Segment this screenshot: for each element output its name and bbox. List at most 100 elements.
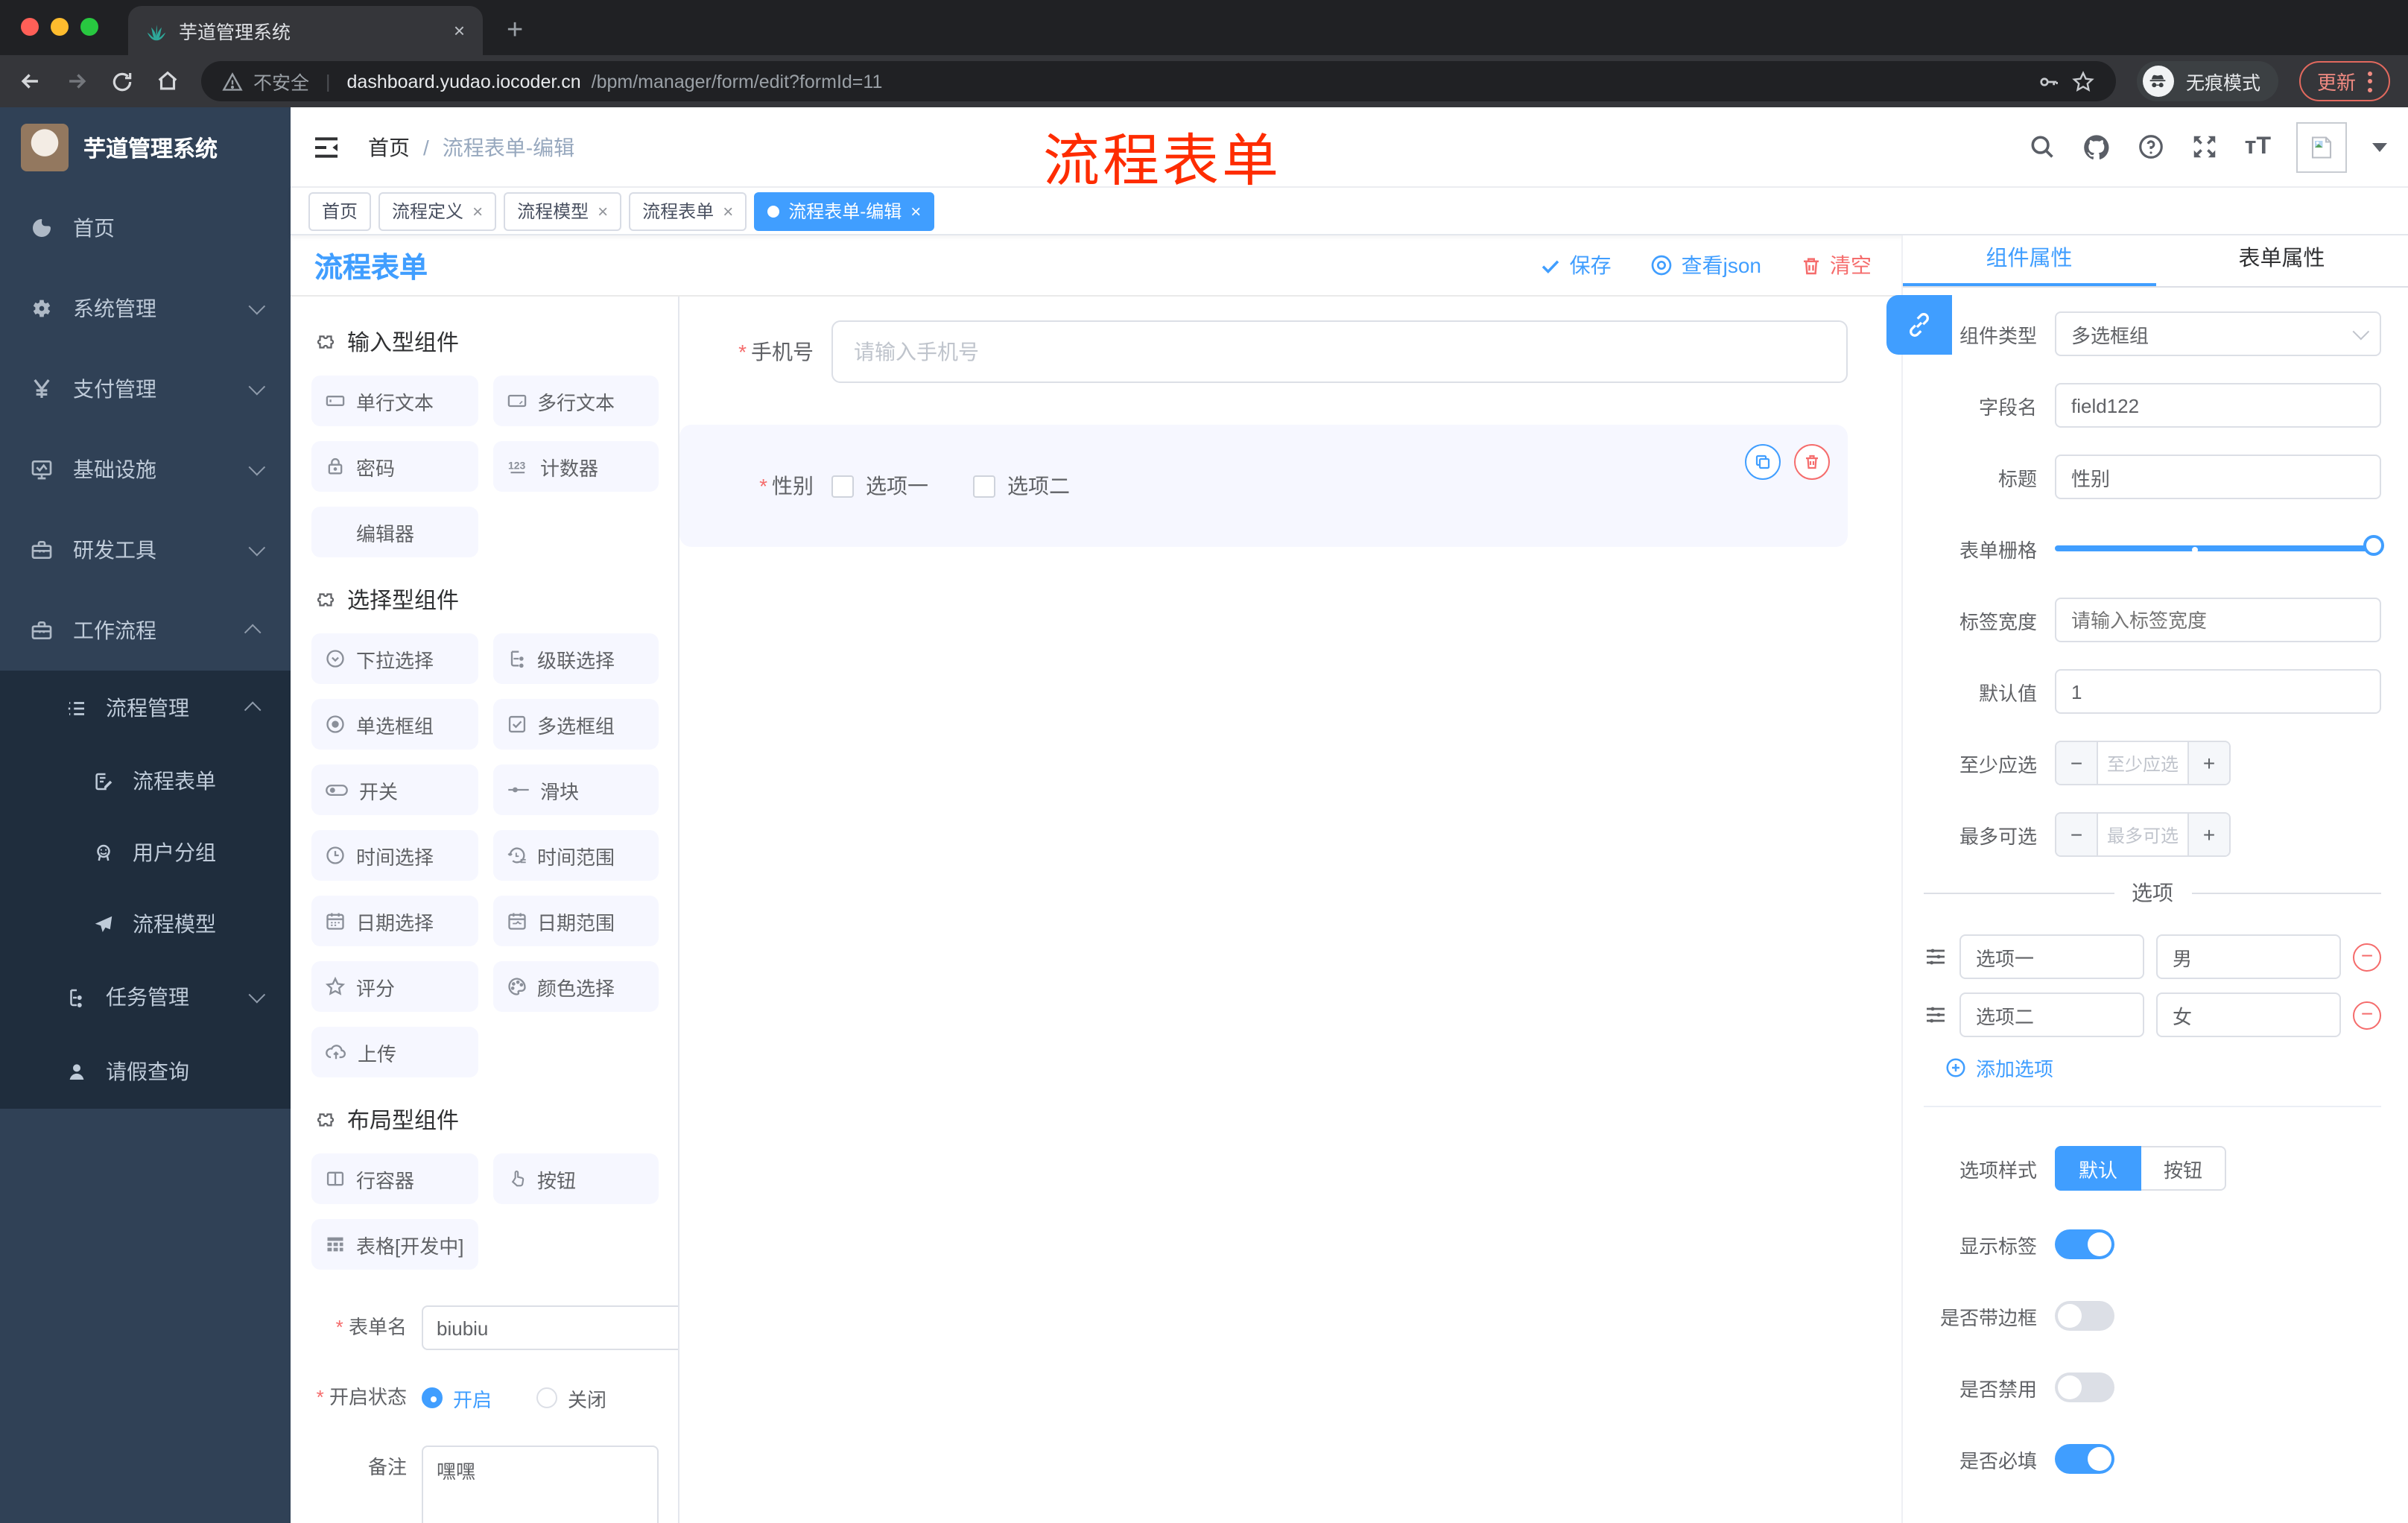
tag-process-form[interactable]: 流程表单 × (629, 191, 747, 230)
browser-menu-icon[interactable] (2368, 71, 2372, 92)
tab-component-props[interactable]: 组件属性 (1903, 235, 2155, 286)
help-icon[interactable] (2138, 133, 2166, 161)
show-label-toggle[interactable] (2055, 1229, 2114, 1259)
fullscreen-icon[interactable] (2191, 133, 2220, 161)
form-grid-slider[interactable] (2055, 526, 2384, 571)
form-name-input[interactable] (422, 1305, 678, 1350)
component-button[interactable]: 按钮 (492, 1153, 659, 1204)
title-input[interactable] (2055, 455, 2381, 499)
required-toggle[interactable] (2055, 1444, 2114, 1474)
sidebar-item-process-form[interactable]: 流程表单 (0, 745, 291, 817)
component-cascader[interactable]: 级联选择 (492, 633, 659, 684)
sidebar-item-pay[interactable]: 支付管理 (0, 349, 291, 429)
tab-close-icon[interactable]: × (454, 19, 465, 42)
reload-icon[interactable] (110, 69, 134, 93)
forward-icon[interactable] (64, 69, 89, 94)
increment-button[interactable]: + (2187, 742, 2229, 784)
sidebar-item-leave-query[interactable]: 请假查询 (0, 1034, 291, 1109)
address-bar[interactable]: 不安全 | dashboard.yudao.iocoder.cn/bpm/man… (201, 61, 2116, 101)
style-button-button[interactable]: 按钮 (2141, 1146, 2227, 1191)
option-label-input[interactable] (1959, 934, 2144, 979)
view-json-button[interactable]: 查看json (1650, 250, 1761, 280)
tag-process-form-edit[interactable]: 流程表单-编辑 × (754, 191, 935, 230)
tag-process-definition[interactable]: 流程定义 × (378, 191, 497, 230)
border-toggle[interactable] (2055, 1301, 2114, 1331)
font-size-icon[interactable]: ᴛT (2245, 134, 2271, 159)
tab-form-props[interactable]: 表单属性 (2155, 235, 2408, 286)
option-value-input[interactable] (2156, 934, 2341, 979)
form-remark-textarea[interactable]: 嘿嘿 (422, 1446, 659, 1523)
close-icon[interactable]: × (472, 202, 483, 220)
close-icon[interactable]: × (598, 202, 608, 220)
save-button[interactable]: 保存 (1540, 250, 1612, 280)
password-key-icon[interactable] (2037, 69, 2061, 93)
maximize-window-button[interactable] (80, 18, 98, 36)
status-off-radio[interactable]: 关闭 (536, 1384, 606, 1412)
tag-process-model[interactable]: 流程模型 × (504, 191, 622, 230)
sidebar-item-task-manage[interactable]: 任务管理 (0, 960, 291, 1034)
min-select-stepper[interactable]: − 至少应选 + (2055, 741, 2231, 785)
decrement-button[interactable]: − (2056, 742, 2098, 784)
sidebar-item-process-manage[interactable]: 流程管理 (0, 671, 291, 745)
close-window-button[interactable] (21, 18, 39, 36)
gender-option1-checkbox[interactable]: 选项一 (831, 471, 928, 501)
copy-component-button[interactable] (1745, 444, 1781, 480)
drag-handle-icon[interactable] (1924, 945, 1948, 969)
component-type-select[interactable]: 多选框组 (2055, 311, 2381, 356)
sidebar-item-home[interactable]: 首页 (0, 188, 291, 268)
avatar[interactable] (2296, 121, 2347, 172)
sidebar-item-infra[interactable]: 基础设施 (0, 429, 291, 510)
component-switch[interactable]: 开关 (311, 764, 478, 815)
sidebar-item-user-group[interactable]: 用户分组 (0, 817, 291, 888)
component-slider[interactable]: 滑块 (492, 764, 659, 815)
close-icon[interactable]: × (723, 202, 733, 220)
max-select-stepper[interactable]: − 最多可选 + (2055, 812, 2231, 857)
component-textarea[interactable]: 多行文本 (492, 376, 659, 426)
status-on-radio[interactable]: 开启 (422, 1384, 492, 1412)
selected-gender-component[interactable]: * 性别 选项一 选项二 (679, 425, 1848, 547)
minimize-window-button[interactable] (51, 18, 69, 36)
browser-tab[interactable]: 芋道管理系统 × (128, 6, 483, 55)
delete-component-button[interactable] (1794, 444, 1830, 480)
home-icon[interactable] (155, 69, 180, 94)
link-drawer-button[interactable] (1886, 295, 1952, 355)
remove-option-button[interactable]: − (2353, 943, 2381, 971)
field-name-input[interactable] (2055, 383, 2381, 428)
component-counter[interactable]: 123 计数器 (492, 441, 659, 492)
component-upload[interactable]: 上传 (311, 1027, 478, 1077)
sidebar-item-workflow[interactable]: 工作流程 (0, 590, 291, 671)
add-option-button[interactable]: 添加选项 (1945, 1054, 2381, 1082)
sidebar-item-devtools[interactable]: 研发工具 (0, 510, 291, 590)
tag-home[interactable]: 首页 (308, 191, 372, 230)
window-controls[interactable] (21, 18, 98, 36)
component-date-range[interactable]: 日期范围 (492, 896, 659, 946)
drag-handle-icon[interactable] (1924, 1003, 1948, 1027)
decrement-button[interactable]: − (2056, 814, 2098, 855)
component-radio-group[interactable]: 单选框组 (311, 699, 478, 750)
component-editor[interactable]: 编辑器 (311, 507, 478, 557)
avatar-caret-icon[interactable] (2372, 142, 2387, 151)
component-color-picker[interactable]: 颜色选择 (492, 961, 659, 1012)
phone-input[interactable]: 请输入手机号 (831, 320, 1848, 383)
back-icon[interactable] (18, 69, 43, 94)
github-icon[interactable] (2082, 132, 2112, 162)
component-select[interactable]: 下拉选择 (311, 633, 478, 684)
default-value-input[interactable] (2055, 669, 2381, 714)
option-value-input[interactable] (2156, 992, 2341, 1037)
label-width-input[interactable] (2055, 598, 2381, 642)
new-tab-button[interactable]: + (507, 16, 523, 45)
component-rate[interactable]: 评分 (311, 961, 478, 1012)
component-time-range[interactable]: 时间范围 (492, 830, 659, 881)
component-table[interactable]: 表格[开发中] (311, 1219, 478, 1270)
sidebar-item-process-model[interactable]: 流程模型 (0, 888, 291, 960)
component-row-container[interactable]: 行容器 (311, 1153, 478, 1204)
disabled-toggle[interactable] (2055, 1372, 2114, 1402)
component-checkbox-group[interactable]: 多选框组 (492, 699, 659, 750)
component-date-picker[interactable]: 日期选择 (311, 896, 478, 946)
gender-option2-checkbox[interactable]: 选项二 (973, 471, 1070, 501)
phone-field-row[interactable]: * 手机号 请输入手机号 (679, 320, 1848, 383)
remove-option-button[interactable]: − (2353, 1001, 2381, 1029)
chrome-update-button[interactable]: 更新 (2298, 61, 2390, 101)
component-password[interactable]: 密码 (311, 441, 478, 492)
collapse-sidebar-icon[interactable] (311, 132, 341, 162)
